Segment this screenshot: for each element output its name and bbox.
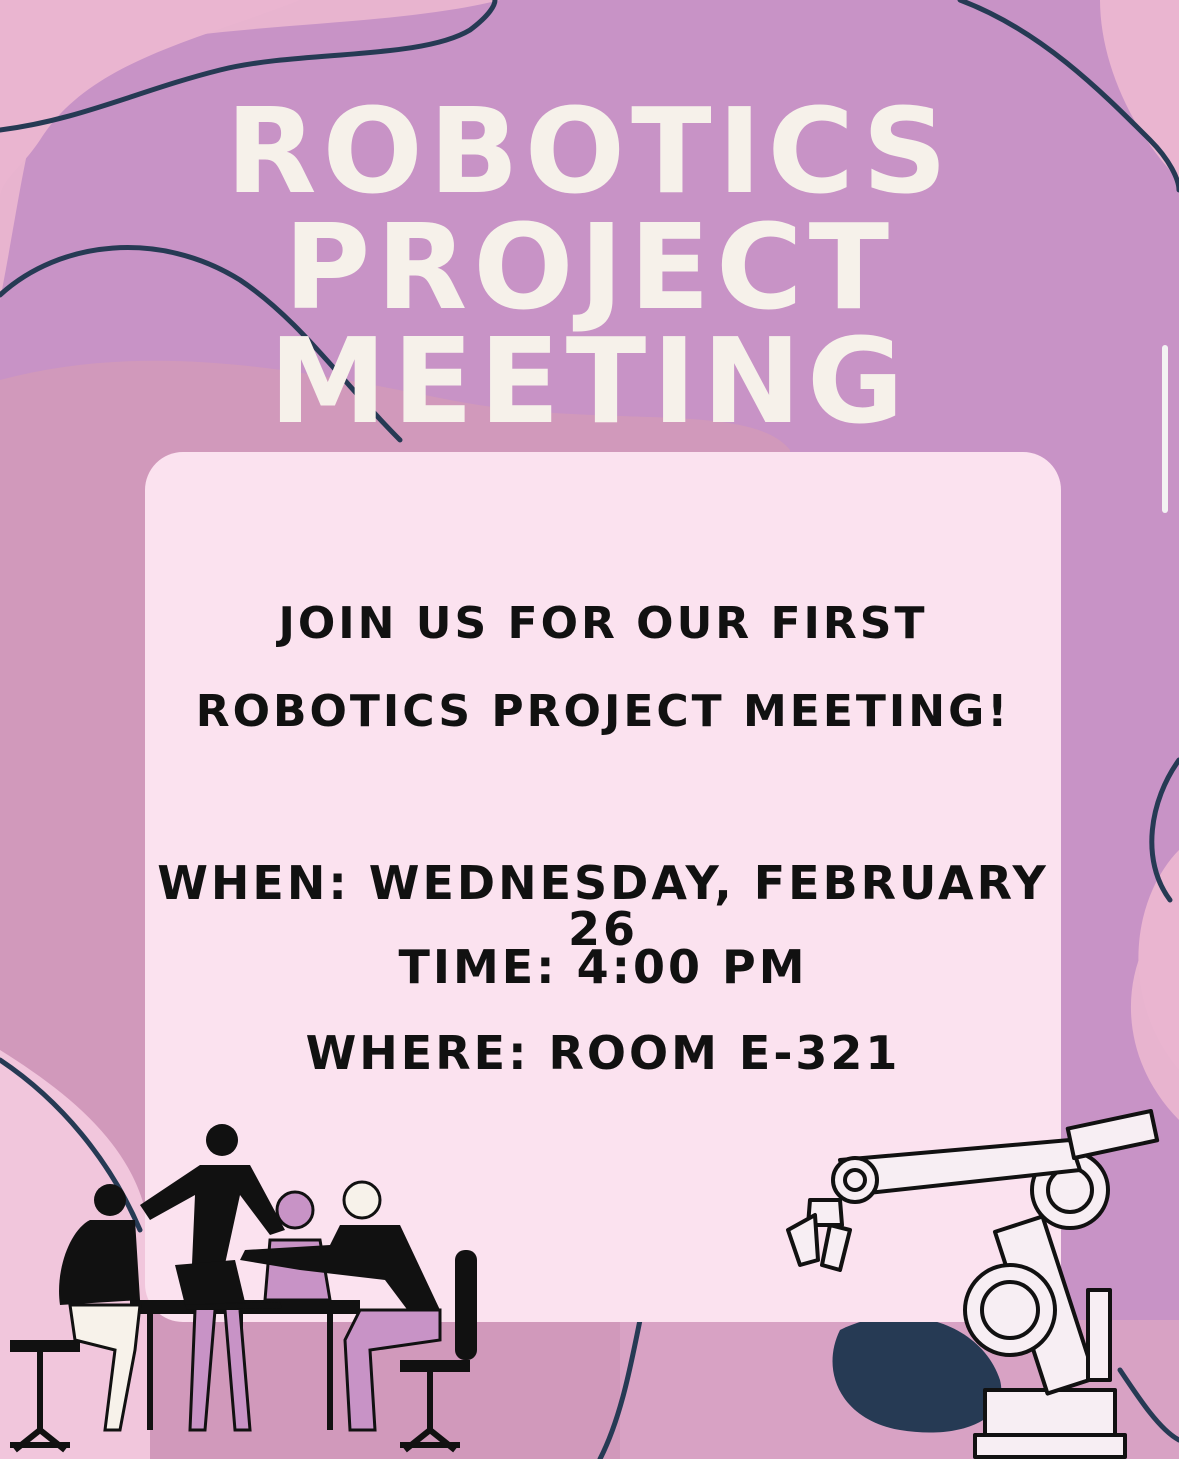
when-detail: WHEN: WEDNESDAY, FEBRUARY 26 — [157, 856, 1049, 956]
title-line-1: ROBOTICS — [225, 82, 954, 220]
team-at-table-illustration — [10, 1124, 477, 1453]
robot-arm-icon — [786, 1108, 1160, 1459]
where-detail: WHERE: ROOM E-321 — [305, 1026, 901, 1080]
invitation-line-1: JOIN US FOR OUR FIRST — [278, 598, 928, 649]
title-line-3: MEETING — [269, 312, 910, 450]
scrollbar[interactable] — [1162, 345, 1168, 513]
title-line-2: PROJECT — [283, 198, 896, 336]
invitation-line-2: ROBOTICS PROJECT MEETING! — [195, 686, 1011, 737]
time-detail: TIME: 4:00 pm — [398, 940, 808, 994]
